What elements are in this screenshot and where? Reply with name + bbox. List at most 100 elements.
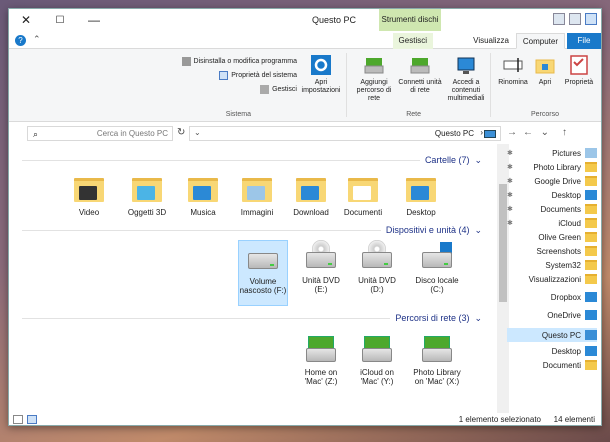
nav-item[interactable]: Pictures ✱ [507,146,597,160]
nav-item[interactable]: Dropbox [507,290,597,304]
nav-icon [585,148,597,158]
disinstalla-button[interactable]: Disinstalla o modifica programma [181,57,297,66]
drive-item[interactable]: Unità DVD (D:) [352,240,402,306]
forward-icon[interactable]: ← [523,127,533,138]
nav-item[interactable]: System32 [507,258,597,272]
drive-label: Unità DVD (E:) [302,276,340,294]
proprieta-sistema-button[interactable]: Proprietà del sistema [219,71,297,80]
nav-item[interactable]: Visualizzazioni [507,272,597,286]
folder-item[interactable]: Immagini [232,172,282,217]
uninstall-icon [181,57,191,66]
pin-icon[interactable]: ✱ [507,205,513,213]
scroll-thumb[interactable] [499,184,507,302]
nav-label: Dropbox [550,292,581,302]
nav-item[interactable]: Photo Library ✱ [507,160,597,174]
network-drive-item[interactable]: Home on 'Mac' (Z:) [296,332,346,386]
minimize-button[interactable]: — [77,9,111,31]
accedi-button[interactable]: Accedi a contenuti multimediali [443,53,489,103]
pin-icon[interactable]: ✱ [507,191,513,199]
tab-computer[interactable]: Computer [515,33,565,49]
nav-item[interactable]: Documents ✱ [507,202,597,216]
nav-label: Google Drive [534,176,581,186]
collapse-chevron-icon[interactable]: ⌄ [474,225,482,236]
proprieta-button[interactable]: Proprietà [559,53,599,87]
connetti-button[interactable]: Connetti unità di rete [397,53,443,95]
folder-item[interactable]: Documenti [338,172,388,217]
collapse-chevron-icon[interactable]: ⌄ [474,155,482,166]
folder-icon [585,274,597,284]
nav-item[interactable]: Documenti [507,358,597,372]
context-tab-strumenti-dischi[interactable]: Strumenti dischi [379,9,441,31]
tab-visualizza[interactable]: Visualizza [467,33,515,49]
nav-item[interactable]: Desktop ✱ [507,188,597,202]
disinstalla-label: Disinstalla o modifica programma [193,58,297,65]
folder-label: Immagini [240,208,274,217]
folder-icon [585,162,597,172]
rename-icon [501,53,525,77]
selection-count: 1 elemento selezionato [458,415,541,424]
folder-item[interactable]: Oggetti 3D [122,172,172,217]
help-icon[interactable]: ? [15,35,26,46]
folder-label: Oggetti 3D [127,208,167,217]
drive-label: Disco locale (C:) [415,276,459,294]
refresh-icon[interactable]: ↻ [177,127,185,138]
section-dispositivi[interactable]: ⌄ Dispositivi e unità (4) [22,224,482,236]
collapse-ribbon-icon[interactable]: ⌃ [33,34,41,45]
address-path: Questo PC [434,129,474,138]
checklist-icon [567,53,591,77]
aggiungi-button[interactable]: Aggiungi percorso di rete [351,53,397,103]
nav-icon [585,292,597,302]
drive-item[interactable]: Volume nascosto (F:) [238,240,288,306]
rinomina-button[interactable]: Rinomina [493,53,533,87]
up-icon[interactable]: ↑ [562,127,567,138]
collapse-chevron-icon[interactable]: ⌄ [474,313,482,324]
large-icons-view-icon[interactable] [27,415,37,424]
tab-gestisci[interactable]: Gestisci [392,33,433,49]
back-icon[interactable]: → [507,127,517,138]
nav-item[interactable]: OneDrive [507,308,597,322]
separator [346,53,347,117]
properties-icon[interactable] [569,13,581,25]
recent-dropdown-icon[interactable]: ⌄ [541,127,549,138]
nav-item[interactable]: Screenshots [507,244,597,258]
section-cartelle[interactable]: ⌄ Cartelle (7) [22,154,482,166]
ribbon: Proprietà Apri Rinomina Percorso Accedi … [9,49,601,122]
manage-icon [260,85,270,94]
pc-icon[interactable] [585,13,597,25]
nav-label: OneDrive [547,310,581,320]
search-input[interactable]: Cerca in Questo PC ⌕ [27,126,173,141]
item-count: 14 elementi [553,415,595,424]
folder-item[interactable]: Download [286,172,336,217]
nav-item[interactable]: iCloud ✱ [507,216,597,230]
nav-item[interactable]: Google Drive ✱ [507,174,597,188]
tab-file[interactable]: File [567,33,601,49]
pin-icon[interactable]: ✱ [507,149,513,157]
group-rete-label: Rete [406,111,421,118]
address-bar[interactable]: › Questo PC ⌄ [189,126,501,141]
pin-icon[interactable]: ✱ [507,163,513,171]
folder-icon [585,260,597,270]
impostazioni-button[interactable]: Apri impostazioni [299,53,343,95]
pin-icon[interactable]: ✱ [507,219,513,227]
network-drive-item[interactable]: iCloud on 'Mac' (Y:) [352,332,402,386]
folder-label: Video [78,208,100,217]
status-bar: 14 elementi 1 elemento selezionato [9,413,601,425]
folder-item[interactable]: Desktop [396,172,446,217]
drive-item[interactable]: Unità DVD (E:) [296,240,346,306]
drive-icon [246,241,280,275]
folder-item[interactable]: Musica [178,172,228,217]
nav-item[interactable]: Questo PC [507,328,597,342]
nav-item[interactable]: Desktop [507,344,597,358]
section-percorsi[interactable]: ⌄ Percorsi di rete (3) [22,312,482,324]
drive-item[interactable]: Disco locale (C:) [412,240,462,306]
network-drive-item[interactable]: Photo Library on 'Mac' (X:) [412,332,462,386]
nav-item[interactable]: Olive Green [507,230,597,244]
maximize-button[interactable]: ☐ [43,9,77,31]
gestisci-button[interactable]: Gestisci [260,85,297,94]
details-view-icon[interactable] [13,415,23,424]
pin-icon[interactable]: ✱ [507,177,513,185]
chevron-down-icon[interactable]: ⌄ [194,128,201,137]
close-button[interactable]: ✕ [9,9,43,31]
folder-item[interactable]: Video [64,172,114,217]
dropdown-icon[interactable] [553,13,565,25]
